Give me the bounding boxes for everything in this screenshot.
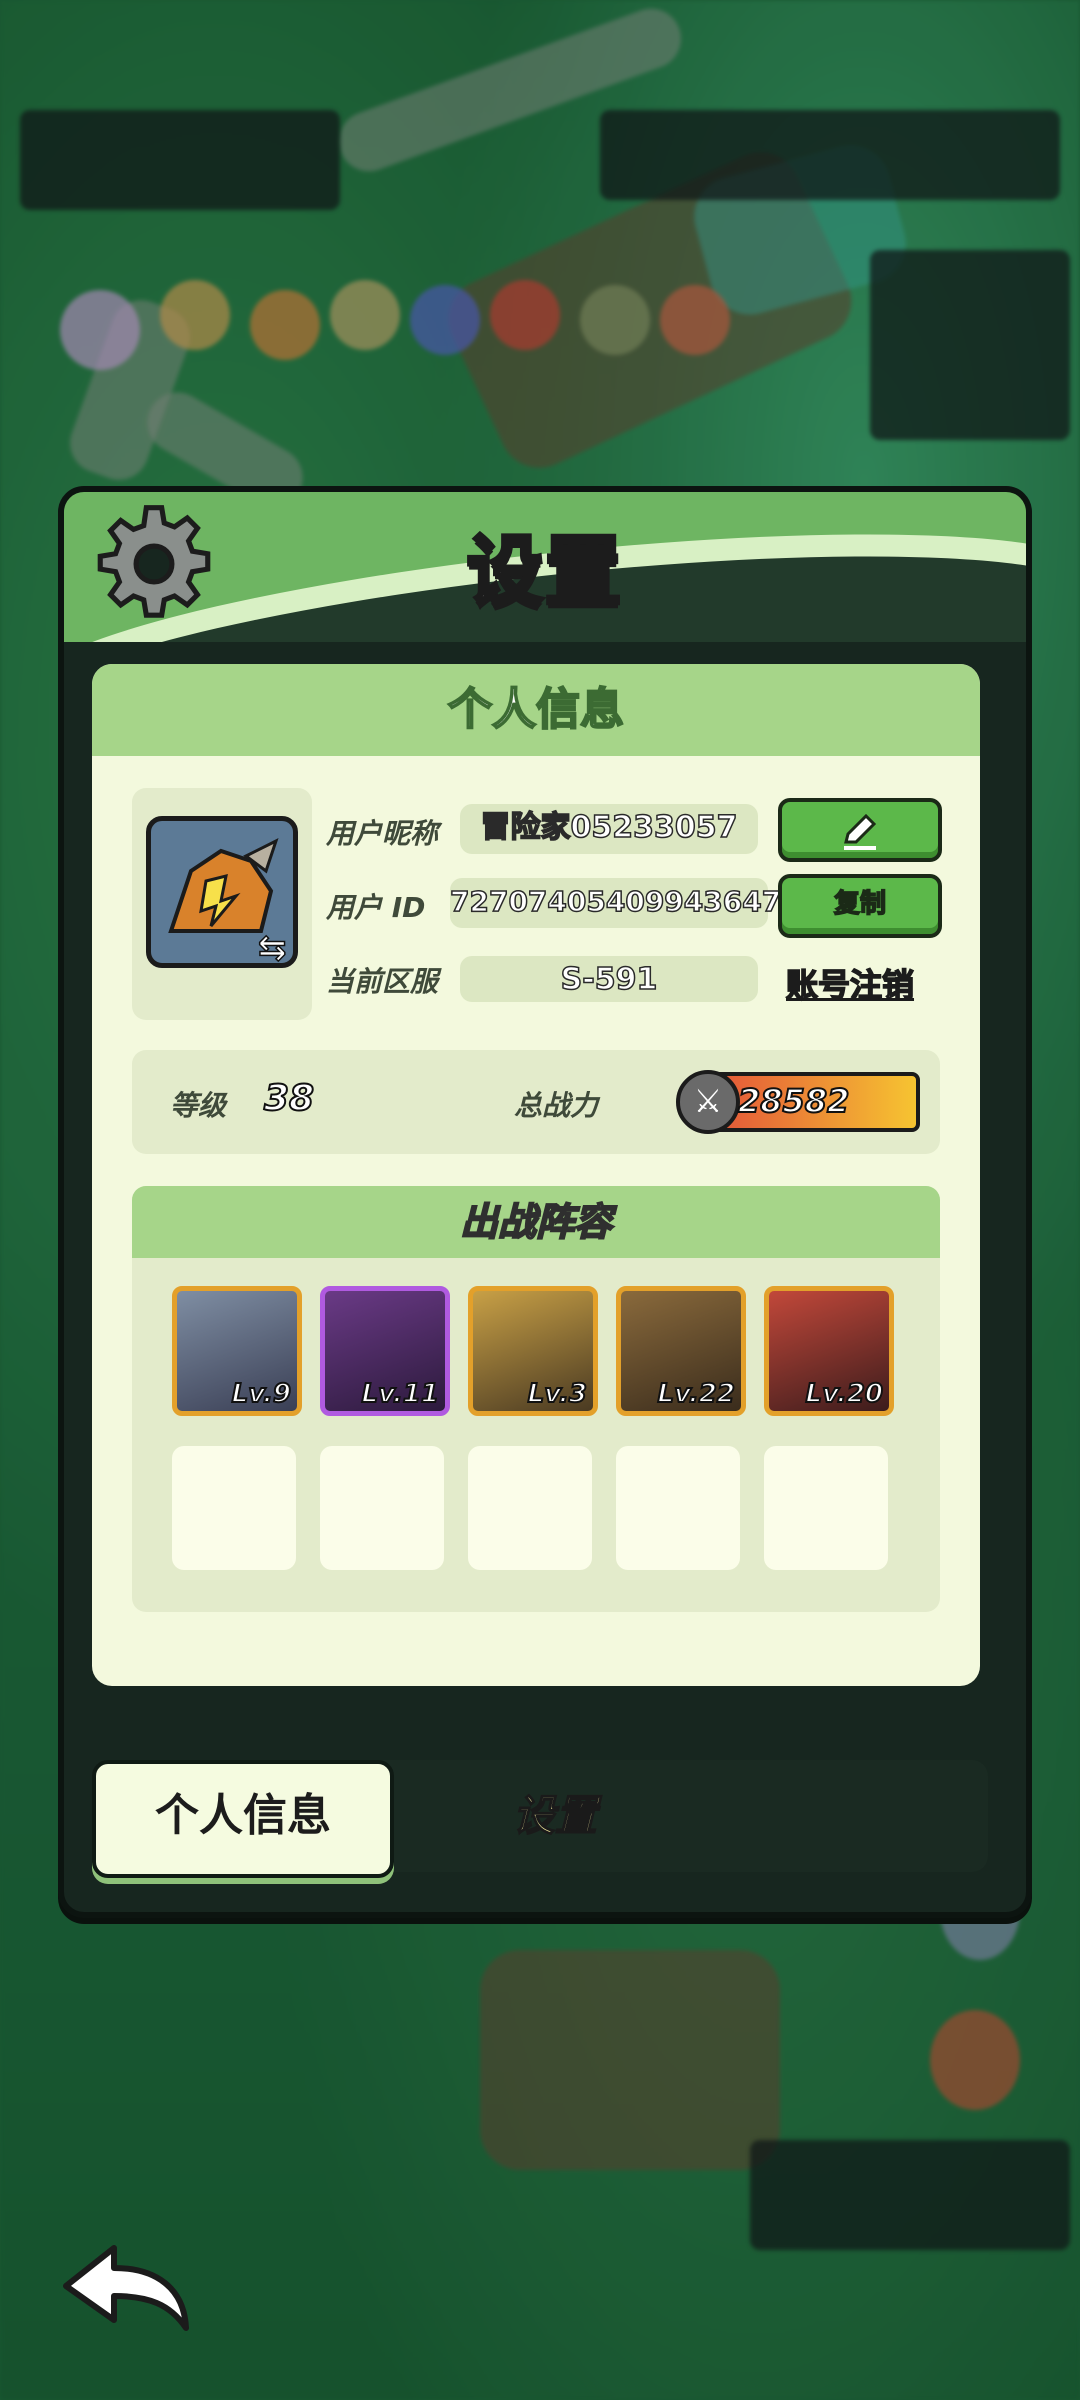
- power-label: 总战力: [514, 1089, 599, 1122]
- level-value: 38: [263, 1077, 315, 1120]
- hero-slot-3[interactable]: Lv.3: [468, 1286, 598, 1416]
- hero-level: Lv.20: [805, 1378, 884, 1410]
- power-value: 28582: [737, 1081, 850, 1121]
- panel-title: 个人信息: [92, 664, 980, 756]
- power-badge: ⚔ 28582: [676, 1070, 920, 1134]
- crossed-swords-icon: ⚔: [676, 1070, 740, 1134]
- hero-level: Lv.22: [657, 1378, 736, 1410]
- hero-slot-5[interactable]: Lv.20: [764, 1286, 894, 1416]
- empty-slot[interactable]: [172, 1446, 296, 1570]
- profile-panel: 个人信息 ⇆ 用户昵称 冒险家05233057 用户 ID 7270740540…: [92, 664, 980, 1686]
- user-id-label: 用户 ID: [326, 891, 426, 924]
- empty-slot[interactable]: [616, 1446, 740, 1570]
- hero-slot-2[interactable]: Lv.11: [320, 1286, 450, 1416]
- server-label: 当前区服: [326, 965, 439, 998]
- pencil-icon: [844, 813, 877, 850]
- nickname-label: 用户昵称: [326, 817, 439, 850]
- server-value: S-591: [460, 956, 758, 1002]
- user-id-value: 72707405409943647: [449, 878, 782, 928]
- nickname-value: 冒险家05233057: [460, 804, 758, 854]
- hero-level: Lv.3: [527, 1378, 588, 1410]
- copy-id-button[interactable]: 复制: [778, 874, 942, 938]
- swap-avatar-icon[interactable]: ⇆: [257, 927, 298, 969]
- empty-slot[interactable]: [468, 1446, 592, 1570]
- lineup-card: 出战阵容 Lv.9 Lv.11 Lv.3 Lv.22 Lv.20: [132, 1186, 940, 1612]
- gear-icon: [97, 505, 211, 618]
- tab-settings[interactable]: 设置: [440, 1760, 670, 1872]
- avatar-card: ⇆: [132, 788, 312, 1020]
- tab-profile[interactable]: 个人信息: [92, 1760, 394, 1878]
- hero-slot-4[interactable]: Lv.22: [616, 1286, 746, 1416]
- level-label: 等级: [170, 1089, 227, 1122]
- empty-slot[interactable]: [320, 1446, 444, 1570]
- hero-level: Lv.9: [231, 1378, 292, 1410]
- empty-slot[interactable]: [764, 1446, 888, 1570]
- stats-card: 等级 38 总战力 ⚔ 28582: [132, 1050, 940, 1154]
- hero-level: Lv.11: [361, 1378, 440, 1410]
- back-arrow-icon[interactable]: [56, 2236, 196, 2336]
- hero-slot-1[interactable]: Lv.9: [172, 1286, 302, 1416]
- lineup-title: 出战阵容: [132, 1186, 940, 1258]
- unregister-account-link[interactable]: 账号注销: [785, 960, 915, 1006]
- edit-nickname-button[interactable]: [778, 798, 942, 862]
